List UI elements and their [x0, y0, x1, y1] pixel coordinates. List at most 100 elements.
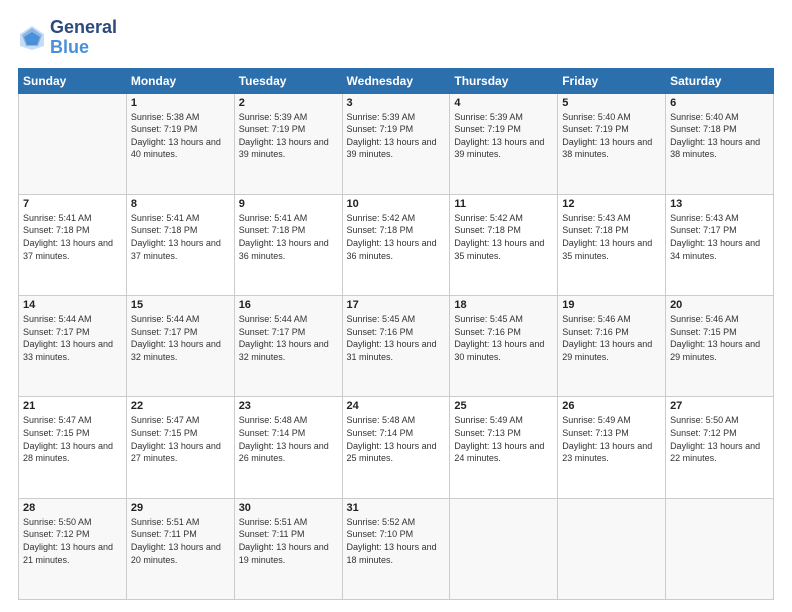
- day-number: 16: [239, 299, 338, 311]
- day-number: 11: [454, 198, 553, 210]
- day-number: 25: [454, 400, 553, 412]
- calendar-cell: 17 Sunrise: 5:45 AMSunset: 7:16 PMDayligh…: [342, 296, 450, 397]
- day-info: Sunrise: 5:39 AMSunset: 7:19 PMDaylight:…: [347, 111, 446, 161]
- calendar-cell: 9 Sunrise: 5:41 AMSunset: 7:18 PMDaylight…: [234, 194, 342, 295]
- day-number: 18: [454, 299, 553, 311]
- day-info: Sunrise: 5:43 AMSunset: 7:18 PMDaylight:…: [562, 212, 661, 262]
- weekday-header: Wednesday: [342, 68, 450, 93]
- calendar-cell: 16 Sunrise: 5:44 AMSunset: 7:17 PMDayligh…: [234, 296, 342, 397]
- calendar-cell: 4 Sunrise: 5:39 AMSunset: 7:19 PMDaylight…: [450, 93, 558, 194]
- calendar-cell: 18 Sunrise: 5:45 AMSunset: 7:16 PMDayligh…: [450, 296, 558, 397]
- day-number: 10: [347, 198, 446, 210]
- calendar-cell: 15 Sunrise: 5:44 AMSunset: 7:17 PMDayligh…: [126, 296, 234, 397]
- calendar-cell: 2Sunrise: 5:39 AMSunset: 7:19 PMDaylight…: [234, 93, 342, 194]
- day-number: 29: [131, 502, 230, 514]
- day-number: 28: [23, 502, 122, 514]
- day-info: Sunrise: 5:41 AMSunset: 7:18 PMDaylight:…: [23, 212, 122, 262]
- weekday-header: Friday: [558, 68, 666, 93]
- day-info: Sunrise: 5:41 AMSunset: 7:18 PMDaylight:…: [239, 212, 338, 262]
- calendar-cell: 31 Sunrise: 5:52 AMSunset: 7:10 PMDayligh…: [342, 498, 450, 599]
- header: General Blue: [18, 18, 774, 58]
- day-info: Sunrise: 5:45 AMSunset: 7:16 PMDaylight:…: [347, 313, 446, 363]
- weekday-header: Tuesday: [234, 68, 342, 93]
- day-number: 13: [670, 198, 769, 210]
- weekday-header: Thursday: [450, 68, 558, 93]
- calendar-cell: [450, 498, 558, 599]
- calendar-cell: 22 Sunrise: 5:47 AMSunset: 7:15 PMDayligh…: [126, 397, 234, 498]
- day-info: Sunrise: 5:46 AMSunset: 7:16 PMDaylight:…: [562, 313, 661, 363]
- day-info: Sunrise: 5:44 AMSunset: 7:17 PMDaylight:…: [131, 313, 230, 363]
- calendar-cell: 3 Sunrise: 5:39 AMSunset: 7:19 PMDaylight…: [342, 93, 450, 194]
- weekday-header: Monday: [126, 68, 234, 93]
- day-number: 2: [239, 97, 338, 109]
- day-number: 12: [562, 198, 661, 210]
- calendar-header-row: SundayMondayTuesdayWednesdayThursdayFrid…: [19, 68, 774, 93]
- day-number: 24: [347, 400, 446, 412]
- day-info: Sunrise: 5:48 AMSunset: 7:14 PMDaylight:…: [347, 414, 446, 464]
- day-number: 19: [562, 299, 661, 311]
- day-number: 17: [347, 299, 446, 311]
- day-info: Sunrise: 5:39 AMSunset: 7:19 PMDaylight:…: [454, 111, 553, 161]
- day-info: Sunrise: 5:43 AMSunset: 7:17 PMDaylight:…: [670, 212, 769, 262]
- day-info: Sunrise: 5:38 AMSunset: 7:19 PMDaylight:…: [131, 111, 230, 161]
- day-info: Sunrise: 5:47 AMSunset: 7:15 PMDaylight:…: [131, 414, 230, 464]
- calendar-cell: 20 Sunrise: 5:46 AMSunset: 7:15 PMDayligh…: [666, 296, 774, 397]
- calendar-cell: 19 Sunrise: 5:46 AMSunset: 7:16 PMDayligh…: [558, 296, 666, 397]
- day-number: 6: [670, 97, 769, 109]
- day-number: 8: [131, 198, 230, 210]
- day-number: 22: [131, 400, 230, 412]
- calendar-cell: 1Sunrise: 5:38 AMSunset: 7:19 PMDaylight…: [126, 93, 234, 194]
- calendar-cell: 24 Sunrise: 5:48 AMSunset: 7:14 PMDayligh…: [342, 397, 450, 498]
- day-number: 27: [670, 400, 769, 412]
- day-number: 5: [562, 97, 661, 109]
- logo-text: General Blue: [50, 18, 117, 58]
- day-number: 30: [239, 502, 338, 514]
- day-number: 23: [239, 400, 338, 412]
- calendar-cell: [558, 498, 666, 599]
- calendar-cell: 30 Sunrise: 5:51 AMSunset: 7:11 PMDayligh…: [234, 498, 342, 599]
- calendar-cell: 10 Sunrise: 5:42 AMSunset: 7:18 PMDayligh…: [342, 194, 450, 295]
- day-info: Sunrise: 5:50 AMSunset: 7:12 PMDaylight:…: [23, 516, 122, 566]
- calendar-cell: 13 Sunrise: 5:43 AMSunset: 7:17 PMDayligh…: [666, 194, 774, 295]
- day-number: 20: [670, 299, 769, 311]
- logo-icon: [18, 24, 46, 52]
- calendar-cell: 12 Sunrise: 5:43 AMSunset: 7:18 PMDayligh…: [558, 194, 666, 295]
- day-info: Sunrise: 5:40 AMSunset: 7:18 PMDaylight:…: [670, 111, 769, 161]
- day-info: Sunrise: 5:40 AMSunset: 7:19 PMDaylight:…: [562, 111, 661, 161]
- day-info: Sunrise: 5:42 AMSunset: 7:18 PMDaylight:…: [454, 212, 553, 262]
- calendar-cell: 27 Sunrise: 5:50 AMSunset: 7:12 PMDayligh…: [666, 397, 774, 498]
- day-info: Sunrise: 5:51 AMSunset: 7:11 PMDaylight:…: [131, 516, 230, 566]
- day-number: 26: [562, 400, 661, 412]
- day-number: 3: [347, 97, 446, 109]
- day-info: Sunrise: 5:45 AMSunset: 7:16 PMDaylight:…: [454, 313, 553, 363]
- day-number: 4: [454, 97, 553, 109]
- page: General Blue SundayMondayTuesdayWednesda…: [0, 0, 792, 612]
- day-number: 15: [131, 299, 230, 311]
- calendar-cell: 5 Sunrise: 5:40 AMSunset: 7:19 PMDaylight…: [558, 93, 666, 194]
- day-number: 14: [23, 299, 122, 311]
- day-info: Sunrise: 5:50 AMSunset: 7:12 PMDaylight:…: [670, 414, 769, 464]
- day-info: Sunrise: 5:46 AMSunset: 7:15 PMDaylight:…: [670, 313, 769, 363]
- day-info: Sunrise: 5:41 AMSunset: 7:18 PMDaylight:…: [131, 212, 230, 262]
- calendar-table: SundayMondayTuesdayWednesdayThursdayFrid…: [18, 68, 774, 600]
- calendar-cell: 21Sunrise: 5:47 AMSunset: 7:15 PMDayligh…: [19, 397, 127, 498]
- day-info: Sunrise: 5:52 AMSunset: 7:10 PMDaylight:…: [347, 516, 446, 566]
- calendar-cell: 26 Sunrise: 5:49 AMSunset: 7:13 PMDayligh…: [558, 397, 666, 498]
- calendar-cell: 14Sunrise: 5:44 AMSunset: 7:17 PMDayligh…: [19, 296, 127, 397]
- calendar-cell: 11 Sunrise: 5:42 AMSunset: 7:18 PMDayligh…: [450, 194, 558, 295]
- day-info: Sunrise: 5:49 AMSunset: 7:13 PMDaylight:…: [562, 414, 661, 464]
- calendar-cell: 8 Sunrise: 5:41 AMSunset: 7:18 PMDaylight…: [126, 194, 234, 295]
- day-info: Sunrise: 5:51 AMSunset: 7:11 PMDaylight:…: [239, 516, 338, 566]
- calendar-cell: 6 Sunrise: 5:40 AMSunset: 7:18 PMDaylight…: [666, 93, 774, 194]
- calendar-cell: 25Sunrise: 5:49 AMSunset: 7:13 PMDayligh…: [450, 397, 558, 498]
- calendar-week-row: 1Sunrise: 5:38 AMSunset: 7:19 PMDaylight…: [19, 93, 774, 194]
- calendar-week-row: 21Sunrise: 5:47 AMSunset: 7:15 PMDayligh…: [19, 397, 774, 498]
- day-number: 9: [239, 198, 338, 210]
- calendar-cell: 23Sunrise: 5:48 AMSunset: 7:14 PMDayligh…: [234, 397, 342, 498]
- day-number: 31: [347, 502, 446, 514]
- day-info: Sunrise: 5:42 AMSunset: 7:18 PMDaylight:…: [347, 212, 446, 262]
- day-info: Sunrise: 5:44 AMSunset: 7:17 PMDaylight:…: [239, 313, 338, 363]
- calendar-cell: 7Sunrise: 5:41 AMSunset: 7:18 PMDaylight…: [19, 194, 127, 295]
- calendar-cell: [666, 498, 774, 599]
- calendar-cell: 29 Sunrise: 5:51 AMSunset: 7:11 PMDayligh…: [126, 498, 234, 599]
